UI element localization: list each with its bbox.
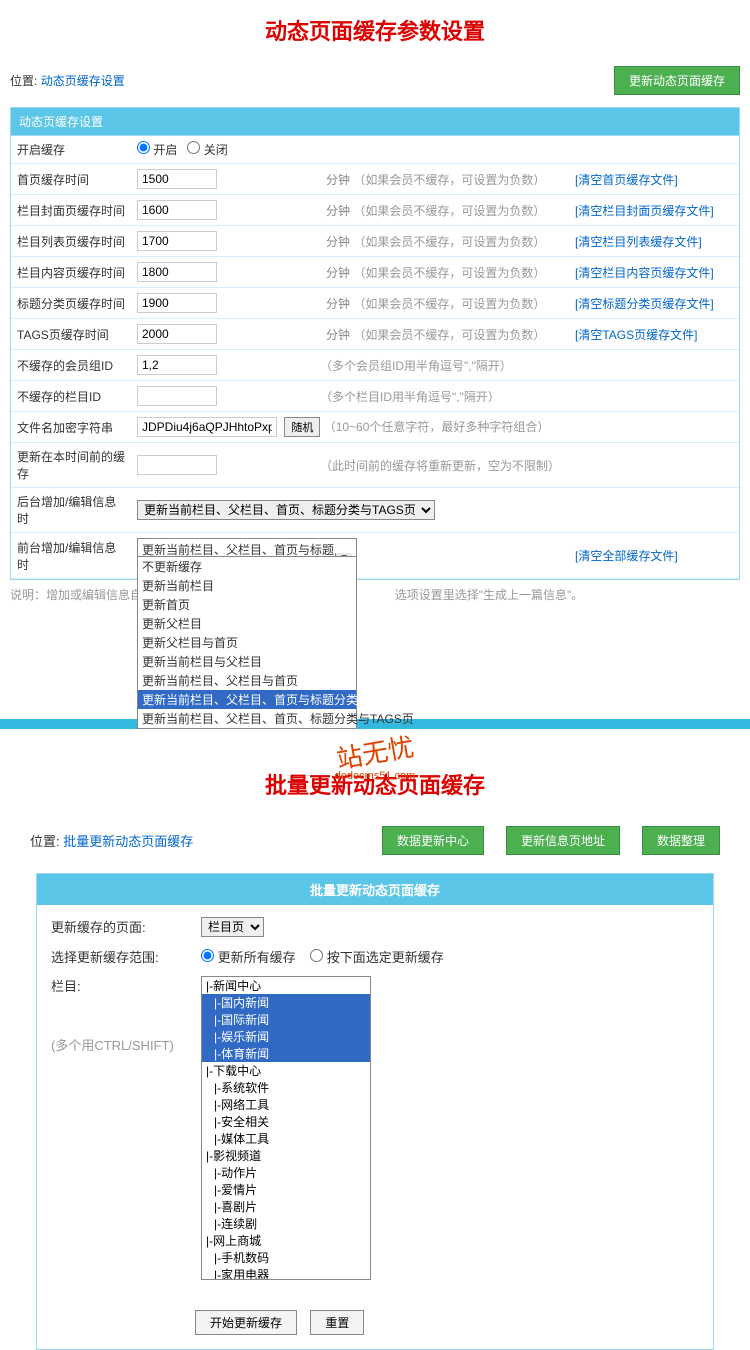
clear-home-link[interactable]: [清空首页缓存文件]	[575, 173, 678, 187]
row-label: 后台增加/编辑信息时	[11, 488, 131, 533]
tree-item[interactable]: |-安全相关	[202, 1113, 370, 1130]
breadcrumb: 位置: 动态页缓存设置	[10, 72, 125, 89]
range-selected-radio[interactable]: 按下面选定更新缓存	[310, 950, 444, 965]
page-type-select[interactable]: 栏目页	[201, 917, 264, 937]
clear-list-link[interactable]: [清空栏目列表缓存文件]	[575, 235, 702, 249]
range-all-radio[interactable]: 更新所有缓存	[201, 950, 296, 965]
tree-item[interactable]: |-网络工具	[202, 1096, 370, 1113]
panel-header: 动态页缓存设置	[11, 108, 739, 136]
clear-content-link[interactable]: [清空栏目内容页缓存文件]	[575, 266, 714, 280]
row-label: 栏目列表页缓存时间	[11, 226, 131, 257]
start-update-button[interactable]: 开始更新缓存	[195, 1310, 297, 1335]
random-button[interactable]: 随机	[284, 417, 320, 437]
range-label: 选择更新缓存范围:	[51, 947, 201, 966]
watermark: 站无忧 dedecms51.com	[0, 733, 750, 782]
breadcrumb-label: 位置:	[10, 74, 37, 88]
clear-title-cat-link[interactable]: [清空标题分类页缓存文件]	[575, 297, 714, 311]
data-cleanup-button[interactable]: 数据整理	[642, 826, 720, 855]
tree-item[interactable]: |-媒体工具	[202, 1130, 370, 1147]
tree-group[interactable]: |-网上商城	[202, 1232, 370, 1249]
backend-update-select[interactable]: 更新当前栏目、父栏目、首页、标题分类与TAGS页	[137, 500, 435, 520]
dropdown-option[interactable]: 更新当前栏目、父栏目与首页	[138, 671, 356, 690]
enable-on-radio[interactable]: 开启	[137, 143, 177, 157]
column-hint: (多个用CTRL/SHIFT)	[51, 1035, 201, 1054]
tree-item[interactable]: |-国内新闻	[202, 994, 370, 1011]
dropdown-option[interactable]: 更新父栏目与首页	[138, 633, 356, 652]
content-cache-time-input[interactable]	[137, 262, 217, 282]
tree-item[interactable]: |-体育新闻	[202, 1045, 370, 1062]
dropdown-option[interactable]: 更新父栏目	[138, 614, 356, 633]
tree-group[interactable]: |-新闻中心	[202, 977, 370, 994]
dropdown-option[interactable]: 更新当前栏目、父栏目、首页与标题分类	[138, 690, 356, 709]
dropdown-option[interactable]: 更新当前栏目	[138, 576, 356, 595]
tree-item[interactable]: |-爱情片	[202, 1181, 370, 1198]
row-label: TAGS页缓存时间	[11, 319, 131, 350]
row-label: 标题分类页缓存时间	[11, 288, 131, 319]
row-label: 栏目封面页缓存时间	[11, 195, 131, 226]
nocache-group-input[interactable]	[137, 355, 217, 375]
note-text: 说明：增加或编辑信息自动会更 选项设置里选择"生成上一篇信息"。	[0, 580, 750, 609]
row-label: 更新在本时间前的缓存	[11, 443, 131, 488]
tree-item[interactable]: |-娱乐新闻	[202, 1028, 370, 1045]
update-info-url-button[interactable]: 更新信息页地址	[506, 826, 620, 855]
nocache-column-input[interactable]	[137, 386, 217, 406]
row-label: 不缓存的栏目ID	[11, 381, 131, 412]
dropdown-option[interactable]: 更新首页	[138, 595, 356, 614]
home-cache-time-input[interactable]	[137, 169, 217, 189]
tree-item[interactable]: |-家用电器	[202, 1266, 370, 1280]
column-multiselect[interactable]: |-新闻中心 |-国内新闻 |-国际新闻 |-娱乐新闻 |-体育新闻|-下载中心…	[201, 976, 371, 1280]
clear-tags-link[interactable]: [清空TAGS页缓存文件]	[575, 328, 697, 342]
tree-item[interactable]: |-国际新闻	[202, 1011, 370, 1028]
cover-cache-time-input[interactable]	[137, 200, 217, 220]
dropdown-option[interactable]: 更新当前栏目、父栏目、首页、标题分类与TAGS页	[138, 709, 356, 728]
list-cache-time-input[interactable]	[137, 231, 217, 251]
batch-update-panel: 批量更新动态页面缓存 更新缓存的页面: 栏目页 选择更新缓存范围: 更新所有缓存…	[36, 873, 714, 1350]
row-label: 栏目内容页缓存时间	[11, 257, 131, 288]
tree-group[interactable]: |-下载中心	[202, 1062, 370, 1079]
row-label: 首页缓存时间	[11, 164, 131, 195]
tree-item[interactable]: |-手机数码	[202, 1249, 370, 1266]
update-cache-button[interactable]: 更新动态页面缓存	[614, 66, 740, 95]
row-label: 前台增加/编辑信息时	[11, 533, 131, 579]
tags-cache-time-input[interactable]	[137, 324, 217, 344]
tree-item[interactable]: |-系统软件	[202, 1079, 370, 1096]
enable-off-radio[interactable]: 关闭	[187, 143, 227, 157]
frontend-update-select[interactable]: 更新当前栏目、父栏目、首页与标题分类 ▼ 不更新缓存更新当前栏目更新首页更新父栏…	[137, 538, 357, 578]
title-cat-cache-time-input[interactable]	[137, 293, 217, 313]
reset-button[interactable]: 重置	[310, 1310, 364, 1335]
row-label: 文件名加密字符串	[11, 412, 131, 443]
tree-item[interactable]: |-连续剧	[202, 1215, 370, 1232]
tree-group[interactable]: |-影视频道	[202, 1147, 370, 1164]
page-title-1: 动态页面缓存参数设置	[0, 0, 750, 60]
column-label: 栏目:	[51, 976, 201, 995]
page-type-label: 更新缓存的页面:	[51, 917, 201, 936]
clear-all-link[interactable]: [清空全部缓存文件]	[575, 549, 678, 563]
breadcrumb-link[interactable]: 动态页缓存设置	[41, 74, 125, 88]
row-label: 不缓存的会员组ID	[11, 350, 131, 381]
dropdown-option[interactable]: 更新当前栏目与父栏目	[138, 652, 356, 671]
dropdown-option[interactable]: 不更新缓存	[138, 557, 356, 576]
cache-settings-panel: 动态页缓存设置 开启缓存 开启 关闭 首页缓存时间 分钟 （如果会员不缓存，可设…	[10, 107, 740, 580]
breadcrumb-link-2[interactable]: 批量更新动态页面缓存	[63, 834, 193, 849]
data-update-center-button[interactable]: 数据更新中心	[382, 826, 484, 855]
clear-cover-link[interactable]: [清空栏目封面页缓存文件]	[575, 204, 714, 218]
tree-item[interactable]: |-动作片	[202, 1164, 370, 1181]
panel2-header: 批量更新动态页面缓存	[37, 874, 713, 905]
breadcrumb-2: 位置: 批量更新动态页面缓存	[30, 831, 193, 850]
encrypt-key-input[interactable]	[137, 417, 277, 437]
enable-label: 开启缓存	[11, 136, 131, 164]
before-time-input[interactable]	[137, 455, 217, 475]
tree-item[interactable]: |-喜剧片	[202, 1198, 370, 1215]
